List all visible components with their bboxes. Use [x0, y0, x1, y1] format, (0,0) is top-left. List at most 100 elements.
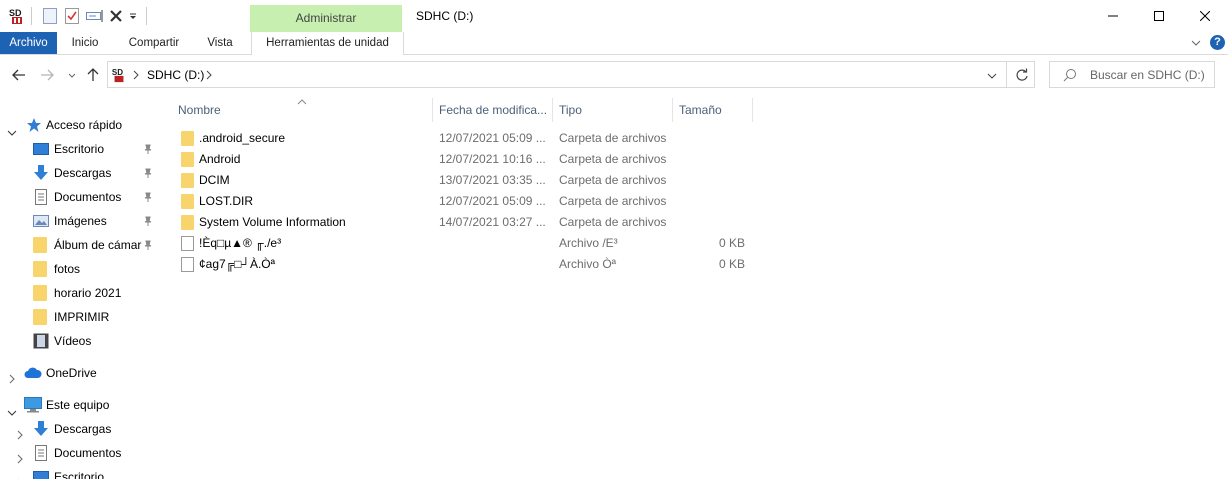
column-separator[interactable] — [752, 98, 753, 122]
nav-label: fotos — [54, 262, 81, 276]
file-icon — [181, 257, 194, 272]
file-row[interactable]: DCIM 13/07/2021 03:35 ... Carpeta de arc… — [177, 170, 757, 191]
recent-locations-icon[interactable] — [67, 70, 77, 80]
ribbon-expand-icon[interactable] — [1190, 37, 1202, 49]
refresh-icon[interactable] — [1015, 68, 1029, 82]
download-icon — [33, 421, 49, 437]
nav-this-pc[interactable]: Este equipo — [0, 393, 160, 417]
dropdown-icon[interactable] — [128, 7, 138, 25]
chevron-right-icon[interactable] — [16, 448, 24, 464]
column-header-fecha[interactable]: Fecha de modifica... — [439, 98, 547, 122]
forward-icon[interactable] — [40, 68, 54, 82]
file-name: System Volume Information — [199, 215, 346, 229]
toolbar-separator — [146, 7, 147, 25]
nav-quick-access[interactable]: Acceso rápido — [0, 113, 160, 137]
nav-label: Escritorio — [54, 142, 105, 156]
file-name: !Èq□µ▲® ╓./e³ — [199, 236, 282, 250]
file-name: DCIM — [199, 173, 230, 187]
svg-text:SD: SD — [112, 68, 123, 77]
file-row[interactable]: Android 12/07/2021 10:16 ... Carpeta de … — [177, 149, 757, 170]
window-title: SDHC (D:) — [416, 9, 474, 23]
tab-inicio[interactable]: Inicio — [62, 32, 108, 54]
column-header-tipo[interactable]: Tipo — [559, 98, 582, 122]
maximize-icon[interactable] — [1136, 0, 1182, 32]
nav-item-imprimir[interactable]: IMPRIMIR — [0, 305, 160, 329]
address-bar[interactable]: SD — [107, 61, 1035, 88]
column-separator[interactable] — [672, 98, 673, 122]
address-dropdown-icon[interactable] — [986, 70, 998, 80]
file-row[interactable]: System Volume Information 14/07/2021 03:… — [177, 212, 757, 233]
breadcrumb-chevron-icon[interactable] — [205, 69, 213, 80]
nav-item-descargas[interactable]: Descargas — [0, 161, 160, 185]
nav-item-album-de-camara[interactable]: Álbum de cámar — [0, 233, 160, 257]
nav-item-documentos[interactable]: Documentos — [0, 185, 160, 209]
tab-compartir[interactable]: Compartir — [118, 32, 190, 54]
nav-label: Descargas — [54, 422, 112, 436]
file-type: Archivo Òª — [559, 257, 617, 271]
minimize-icon[interactable] — [1090, 0, 1136, 32]
nav-item-pc-descargas[interactable]: Descargas — [0, 417, 160, 441]
nav-item-pc-documentos[interactable]: Documentos — [0, 441, 160, 465]
tab-herramientas-de-unidad[interactable]: Herramientas de unidad — [251, 32, 404, 55]
tab-vista[interactable]: Vista — [198, 32, 242, 54]
tab-archivo[interactable]: Archivo — [0, 32, 57, 54]
file-type: Archivo /E³ — [559, 236, 618, 250]
close-icon[interactable] — [1182, 0, 1228, 32]
file-row[interactable]: !Èq□µ▲® ╓./e³ Archivo /E³ 0 KB — [177, 233, 757, 254]
file-row[interactable]: ¢ag7╔□┘À.Òª Archivo Òª 0 KB — [177, 254, 757, 275]
file-type: Carpeta de archivos — [559, 215, 667, 229]
nav-label: Documentos — [54, 190, 122, 204]
folder-icon — [181, 152, 194, 167]
file-date: 12/07/2021 05:09 ... — [439, 131, 546, 145]
properties-icon[interactable] — [42, 7, 58, 25]
videos-icon — [33, 333, 49, 349]
pin-icon[interactable] — [143, 137, 153, 162]
column-header-nombre[interactable]: Nombre — [178, 98, 221, 122]
chevron-right-icon[interactable] — [8, 368, 16, 384]
address-path[interactable]: SDHC (D:) — [147, 68, 204, 82]
rename-icon[interactable] — [86, 7, 104, 25]
nav-item-escritorio[interactable]: Escritorio — [0, 137, 160, 161]
column-header-tamano[interactable]: Tamaño — [679, 98, 722, 122]
back-icon[interactable] — [12, 68, 26, 82]
help-icon[interactable]: ? — [1210, 35, 1225, 50]
chevron-down-icon[interactable] — [7, 401, 17, 416]
breadcrumb-chevron-icon[interactable] — [132, 69, 140, 80]
search-input[interactable]: Buscar en SDHC (D:) — [1049, 61, 1215, 88]
file-date: 12/07/2021 10:16 ... — [439, 152, 546, 166]
contextual-tab-administrar[interactable]: Administrar — [250, 5, 402, 32]
toolbar-separator — [31, 7, 32, 25]
nav-onedrive[interactable]: OneDrive — [0, 361, 160, 385]
chevron-right-icon[interactable] — [16, 472, 24, 479]
up-icon[interactable] — [86, 68, 100, 82]
star-icon — [26, 117, 42, 133]
search-placeholder: Buscar en SDHC (D:) — [1090, 68, 1205, 82]
pin-icon[interactable] — [143, 209, 153, 234]
check-icon[interactable] — [64, 7, 80, 25]
sd-drive-icon[interactable]: SD — [8, 7, 26, 25]
nav-item-pc-escritorio[interactable]: Escritorio — [0, 465, 160, 479]
desktop-icon — [33, 141, 49, 157]
column-separator[interactable] — [552, 98, 553, 122]
chevron-right-icon[interactable] — [16, 424, 24, 440]
folder-icon — [33, 261, 47, 277]
file-row[interactable]: .android_secure 12/07/2021 05:09 ... Car… — [177, 128, 757, 149]
file-row[interactable]: LOST.DIR 12/07/2021 05:09 ... Carpeta de… — [177, 191, 757, 212]
nav-label: Este equipo — [46, 398, 110, 412]
pin-icon[interactable] — [143, 161, 153, 186]
pin-icon[interactable] — [143, 233, 153, 258]
nav-label: OneDrive — [46, 366, 97, 380]
pin-icon[interactable] — [143, 185, 153, 210]
chevron-down-icon[interactable] — [7, 121, 17, 136]
nav-item-horario-2021[interactable]: horario 2021 — [0, 281, 160, 305]
nav-label: Documentos — [54, 446, 122, 460]
documents-icon — [33, 189, 49, 205]
nav-item-videos[interactable]: Vídeos — [0, 329, 160, 353]
nav-item-fotos[interactable]: fotos — [0, 257, 160, 281]
file-type: Carpeta de archivos — [559, 194, 667, 208]
column-separator[interactable] — [432, 98, 433, 122]
nav-item-imagenes[interactable]: Imágenes — [0, 209, 160, 233]
address-separator — [1006, 62, 1007, 87]
delete-icon[interactable] — [109, 7, 123, 25]
pictures-icon — [33, 213, 49, 229]
